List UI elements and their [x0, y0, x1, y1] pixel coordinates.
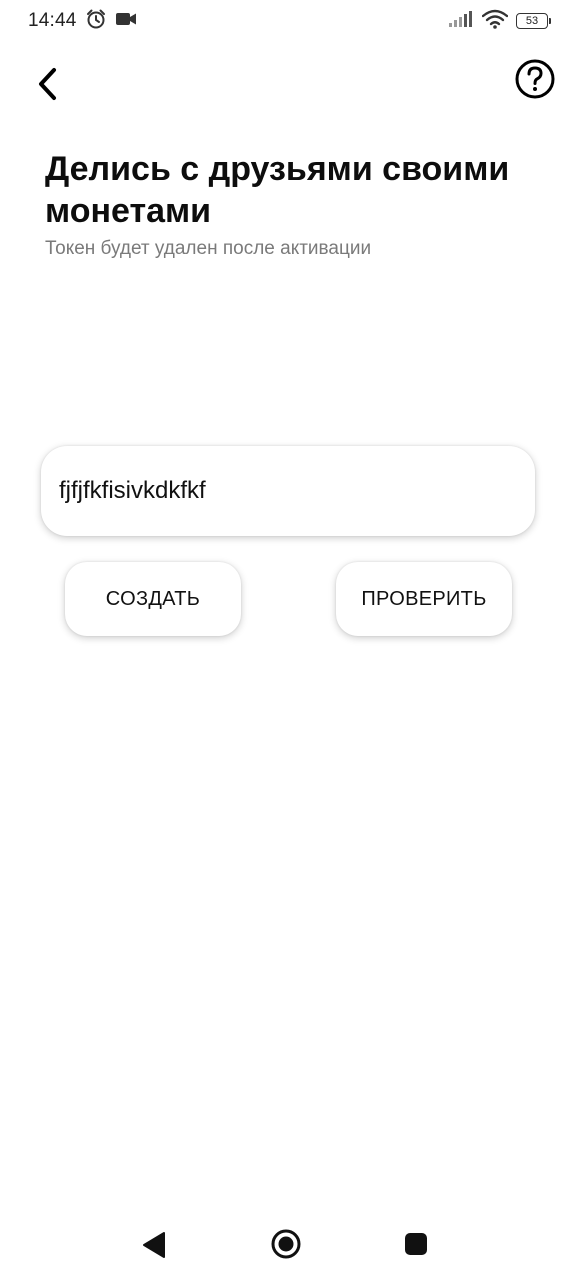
nav-recents-button[interactable] [404, 1232, 428, 1256]
create-button[interactable]: СОЗДАТЬ [65, 562, 241, 636]
page-subtitle: Токен будет удален после активации [45, 238, 372, 259]
nav-recents-icon [404, 1233, 428, 1260]
wifi-icon [481, 9, 509, 34]
nav-home-button[interactable] [270, 1228, 302, 1260]
token-input[interactable] [59, 477, 517, 505]
nav-home-icon [270, 1229, 302, 1264]
video-camera-icon [115, 10, 137, 33]
help-button[interactable] [514, 58, 556, 100]
nav-back-icon [140, 1232, 168, 1264]
nav-back-button[interactable] [140, 1230, 168, 1260]
screen: 14:44 53 Делись с друзьями своими монета… [0, 0, 576, 1280]
check-button[interactable]: ПРОВЕРИТЬ [336, 562, 512, 636]
token-field-card [41, 446, 535, 536]
back-button[interactable] [30, 64, 66, 104]
help-circle-icon [514, 59, 556, 104]
status-time: 14:44 [28, 10, 77, 31]
battery-icon: 53 [516, 13, 551, 29]
chevron-left-icon [30, 68, 66, 108]
alarm-icon [85, 8, 107, 35]
battery-level: 53 [525, 14, 539, 27]
status-bar-right: 53 [448, 9, 551, 34]
navigation-bar [0, 1208, 576, 1280]
status-bar-left: 14:44 [28, 8, 137, 35]
status-bar: 14:44 53 [0, 0, 576, 42]
page-title: Делись с друзьями своими монетами [45, 150, 510, 230]
signal-icon [448, 10, 474, 33]
